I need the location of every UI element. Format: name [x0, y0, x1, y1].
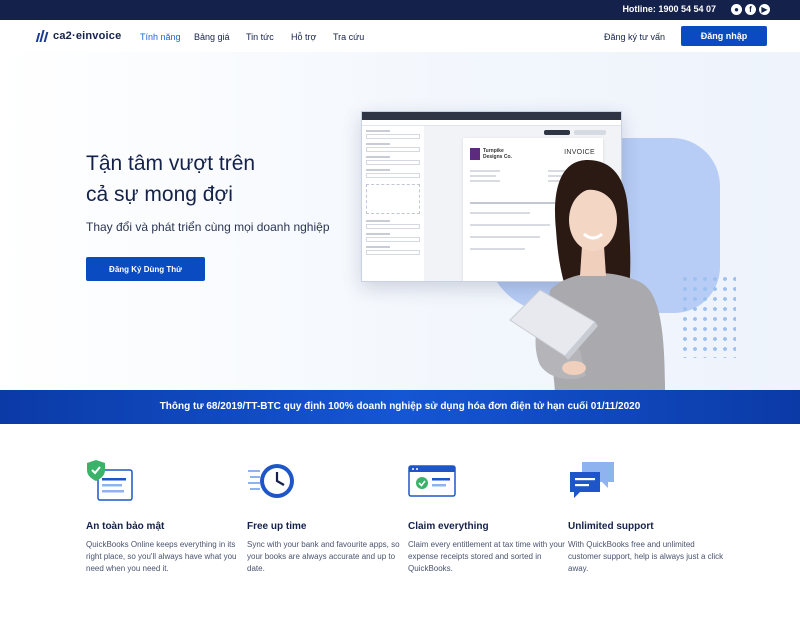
nav-link-support[interactable]: Hỗ trợ	[291, 32, 316, 42]
clock-icon	[248, 464, 294, 498]
preview-toggle-alt	[574, 130, 606, 135]
chat-bubbles-icon	[570, 462, 614, 498]
regulation-banner: Thông tư 68/2019/TT-BTC quy định 100% do…	[0, 390, 800, 424]
nav-link-lookup[interactable]: Tra cứu	[333, 32, 364, 42]
trial-signup-button[interactable]: Đăng Ký Dùng Thử	[86, 257, 205, 281]
hero-title: Tận tâm vượt trên cả sự mong đợi	[86, 148, 255, 210]
nav-link-pricing[interactable]: Bảng giá	[194, 32, 230, 42]
hero-title-line1: Tận tâm vượt trên	[86, 152, 256, 175]
feature-claim: Claim everything Claim every entitlement…	[408, 458, 566, 575]
hero-subtitle: Thay đổi và phát triển cùng mọi doanh ng…	[86, 220, 330, 234]
nav-link-features[interactable]: Tính năng	[140, 32, 181, 42]
hotline-text: Hotline: 1900 54 54 07	[622, 4, 716, 14]
feature-title: An toàn bảo mật	[86, 521, 165, 532]
feature-title: Free up time	[247, 521, 307, 532]
shield-document-icon	[87, 460, 133, 501]
logo-mark-icon	[35, 30, 49, 42]
window-titlebar	[362, 112, 621, 120]
top-bar: Hotline: 1900 54 54 07 ● f ▶	[0, 0, 800, 20]
feature-description: Claim every entitlement at tax time with…	[408, 540, 565, 573]
login-button[interactable]: Đăng nhập	[681, 26, 767, 46]
feature-title: Claim everything	[408, 521, 489, 532]
main-nav: ca2·einvoice Tính năng Bảng giá Tin tức …	[0, 20, 800, 52]
logo[interactable]: ca2·einvoice	[35, 30, 122, 42]
feature-security: An toàn bảo mật QuickBooks Online keeps …	[86, 458, 244, 575]
youtube-icon[interactable]: ▶	[759, 4, 770, 15]
facebook-icon[interactable]: f	[745, 4, 756, 15]
skype-icon[interactable]: ●	[731, 4, 742, 15]
feature-description: QuickBooks Online keeps everything in it…	[86, 540, 237, 573]
hero-section: Tận tâm vượt trên cả sự mong đợi Thay đổ…	[0, 52, 800, 390]
preview-toggle	[544, 130, 570, 135]
logo-text: ca2·einvoice	[53, 30, 122, 42]
feature-description: With QuickBooks free and unlimited custo…	[568, 540, 724, 573]
hero-title-line2: cả sự mong đợi	[86, 183, 233, 206]
nav-link-news[interactable]: Tin tức	[246, 32, 274, 42]
feature-support: Unlimited support With QuickBooks free a…	[568, 458, 726, 575]
consult-link[interactable]: Đăng ký tư vấn	[604, 32, 665, 42]
woman-with-laptop-illustration	[509, 160, 665, 390]
feature-free-time: Free up time Sync with your bank and fav…	[247, 458, 405, 575]
invoice-form-panel	[366, 130, 420, 278]
receipt-check-icon	[408, 465, 456, 497]
dot-pattern	[680, 274, 736, 358]
feature-description: Sync with your bank and favourite apps, …	[247, 540, 400, 573]
company-logo-icon	[470, 148, 480, 160]
feature-title: Unlimited support	[568, 521, 654, 532]
